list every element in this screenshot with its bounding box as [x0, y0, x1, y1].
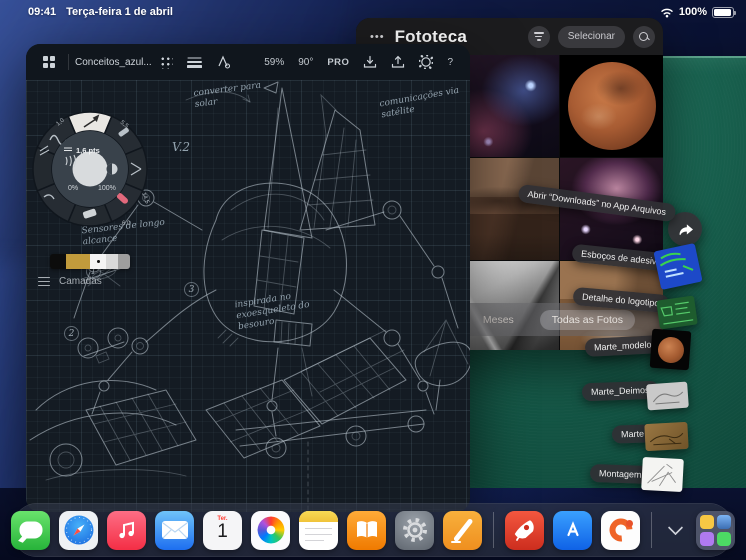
- dock-collapse-chevron[interactable]: [663, 518, 687, 542]
- zoom-level[interactable]: 59%: [264, 57, 284, 68]
- dock-mail-icon[interactable]: [155, 510, 194, 550]
- dock-messages-icon[interactable]: [11, 510, 50, 550]
- drawing-canvas[interactable]: converter para solar comunicações via sa…: [26, 80, 470, 512]
- opacity-max-label: 100%: [98, 185, 116, 192]
- layers-button[interactable]: Camadas: [38, 276, 102, 287]
- dock-app-library-icon[interactable]: [696, 510, 735, 550]
- status-bar: 09:41 Terça-feira 1 de abril 100%: [0, 0, 746, 24]
- wifi-icon: [661, 8, 673, 17]
- search-icon: [639, 31, 649, 42]
- thumb-mars-sketch[interactable]: [644, 421, 689, 452]
- window-options-icon[interactable]: •••: [370, 31, 385, 43]
- color-palette-bar: [50, 254, 130, 269]
- annotation-version: V.2: [172, 140, 191, 154]
- dock-divider: [493, 512, 494, 548]
- document-title[interactable]: Conceitos_azul...: [75, 57, 152, 68]
- concepts-window: Conceitos_azul... 59% 90° PRO ? converte…: [26, 44, 470, 512]
- tool-size-label: 6,0: [122, 221, 131, 227]
- dock-photos-icon[interactable]: [251, 510, 290, 550]
- swatch-black[interactable]: [50, 254, 66, 269]
- annotation-marker-2: 2: [64, 326, 79, 341]
- thumb-mars-model[interactable]: [649, 328, 692, 371]
- ipad-screen: Meses Todas as Fotos ••• Fototeca Seleci…: [0, 0, 746, 560]
- shape-pen-icon[interactable]: [216, 55, 230, 69]
- dock-settings-icon[interactable]: [395, 510, 434, 550]
- calendar-day: 1: [217, 520, 228, 542]
- canvas-rotation[interactable]: 90°: [298, 57, 313, 68]
- photo-mars-landscape[interactable]: [458, 158, 559, 260]
- battery-icon: [712, 6, 736, 18]
- gallery-grid-icon[interactable]: [43, 56, 55, 68]
- date: Terça-feira 1 de abril: [66, 6, 173, 18]
- dock-sketch-pen-icon[interactable]: [443, 510, 482, 550]
- battery-percent: 100%: [678, 6, 707, 18]
- import-icon[interactable]: [363, 55, 377, 69]
- dock-books-icon[interactable]: [347, 510, 386, 550]
- forward-arrow-icon: [679, 224, 693, 236]
- layers-label: Camadas: [59, 276, 102, 287]
- dock-safari-icon[interactable]: [59, 510, 98, 550]
- tool-size-label: 14,5: [140, 192, 150, 206]
- dock-divider: [651, 512, 652, 548]
- segment-months[interactable]: Meses: [483, 314, 514, 326]
- pro-badge[interactable]: PRO: [327, 57, 349, 68]
- layers-icon: [38, 276, 50, 287]
- dock-music-icon[interactable]: [107, 510, 146, 550]
- thumb-montage-sketch[interactable]: [641, 456, 684, 493]
- settings-gear-icon[interactable]: [419, 55, 434, 69]
- dock-calendar-icon[interactable]: Ter. 1: [203, 510, 242, 550]
- swatch-light-gray[interactable]: [106, 254, 118, 269]
- filter-button[interactable]: [527, 25, 550, 48]
- dock-c-swirl-app-icon[interactable]: [601, 510, 640, 550]
- stroke-styles-icon[interactable]: [186, 56, 202, 68]
- search-button[interactable]: [633, 25, 655, 48]
- swatch-gold[interactable]: [66, 254, 90, 269]
- dock-notes-icon[interactable]: [299, 510, 338, 550]
- thumb-mars-deimos-sketch[interactable]: [646, 381, 689, 411]
- opacity-min-label: 0%: [68, 185, 78, 192]
- chevron-down-icon: [667, 519, 683, 535]
- snap-grid-icon[interactable]: [158, 55, 173, 69]
- dock-appstore-icon[interactable]: [553, 510, 592, 550]
- swatch-gray[interactable]: [118, 254, 130, 269]
- filter-icon: [533, 32, 544, 41]
- wheel-center-button: [72, 151, 108, 187]
- tool-wheel[interactable]: 1,0 5,5 6,0 14,5 1,6 pts 0% 100%: [30, 109, 150, 229]
- stroke-size-value: 1,6 pts: [76, 146, 100, 155]
- export-icon[interactable]: [391, 55, 405, 69]
- segment-all-photos[interactable]: Todas as Fotos: [539, 309, 635, 330]
- concepts-toolbar: Conceitos_azul... 59% 90° PRO ?: [26, 44, 470, 80]
- clock: 09:41: [28, 6, 57, 18]
- select-button[interactable]: Selecionar: [557, 25, 625, 48]
- photo-mars-globe[interactable]: [560, 55, 663, 157]
- help-button[interactable]: ?: [447, 57, 453, 68]
- swatch-white-selected[interactable]: [90, 254, 106, 269]
- sticker-green-circuit[interactable]: [656, 295, 698, 330]
- photo-horsehead-nebula[interactable]: [458, 55, 559, 157]
- dock-rocket-app-icon[interactable]: [505, 510, 544, 550]
- dock: Ter. 1: [11, 503, 735, 557]
- annotation-marker-3: 3: [184, 282, 199, 297]
